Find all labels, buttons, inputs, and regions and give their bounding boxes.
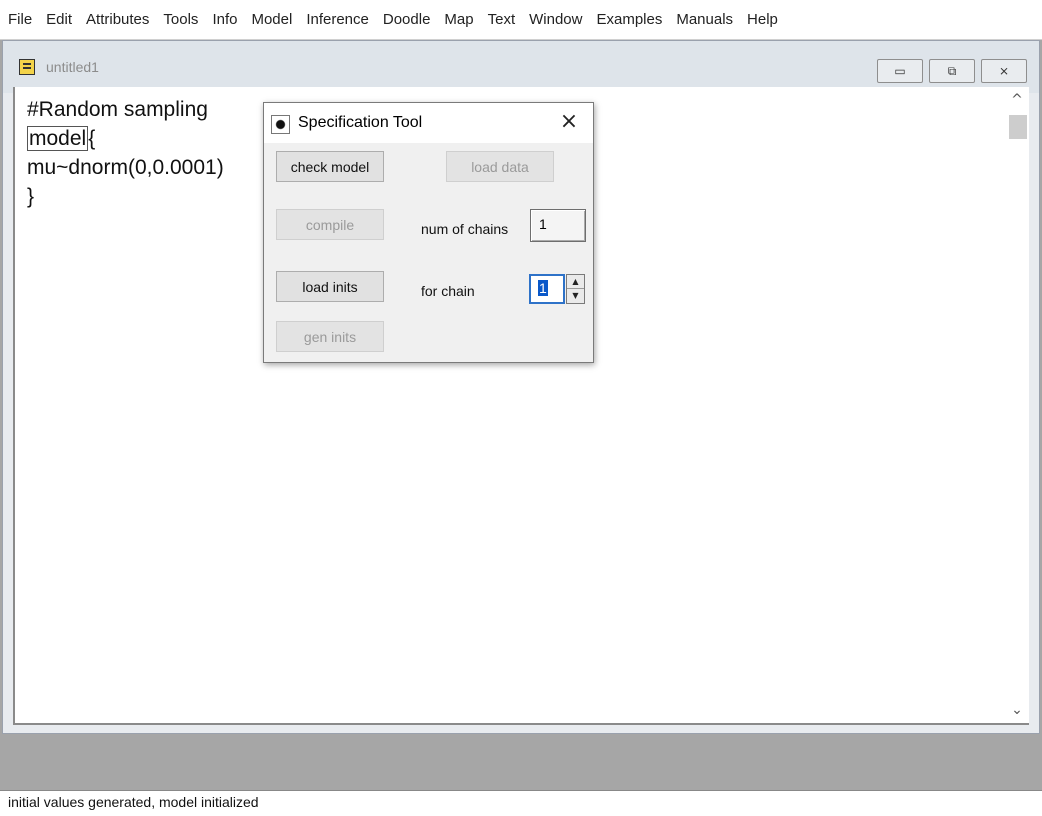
code-text[interactable]: #Random sampling model{ mu~dnorm(0,0.000…	[27, 95, 224, 211]
document-title: untitled1	[46, 59, 99, 75]
load-data-button[interactable]: load data	[446, 151, 554, 182]
vertical-scrollbar[interactable]: ^ ⌄	[1005, 87, 1029, 723]
menu-bar: File Edit Attributes Tools Info Model In…	[0, 0, 1042, 40]
num-chains-label: num of chains	[421, 221, 509, 237]
for-chain-label: for chain	[421, 283, 475, 299]
spin-up-icon[interactable]: ▲	[567, 275, 584, 289]
check-model-button[interactable]: check model	[276, 151, 384, 182]
model-keyword: model	[27, 126, 89, 151]
menu-help[interactable]: Help	[739, 0, 784, 40]
for-chain-value: 1	[538, 280, 548, 296]
menu-text[interactable]: Text	[480, 0, 522, 40]
menu-info[interactable]: Info	[204, 0, 243, 40]
close-button[interactable]: ⨯	[981, 59, 1027, 83]
compile-button[interactable]: compile	[276, 209, 384, 240]
spin-down-icon[interactable]: ▼	[567, 289, 584, 303]
close-icon[interactable]: ×	[554, 109, 584, 135]
status-text: initial values generated, model initiali…	[8, 794, 259, 810]
for-chain-spinner[interactable]: ▲ ▼	[566, 274, 585, 304]
minimize-button[interactable]: ▭	[877, 59, 923, 83]
app-icon	[271, 115, 290, 134]
scroll-up-icon[interactable]: ^	[1005, 89, 1029, 111]
menu-model[interactable]: Model	[243, 0, 298, 40]
code-line: }	[27, 185, 35, 208]
menu-tools[interactable]: Tools	[155, 0, 204, 40]
for-chain-field[interactable]: 1	[529, 274, 565, 304]
menu-inference[interactable]: Inference	[298, 0, 375, 40]
dialog-title: Specification Tool	[298, 114, 423, 131]
menu-manuals[interactable]: Manuals	[668, 0, 739, 40]
menu-doodle[interactable]: Doodle	[375, 0, 437, 40]
menu-attributes[interactable]: Attributes	[78, 0, 155, 40]
code-line: model{	[27, 124, 224, 153]
menu-file[interactable]: File	[0, 0, 38, 40]
menu-window[interactable]: Window	[521, 0, 588, 40]
menu-map[interactable]: Map	[436, 0, 479, 40]
status-bar: initial values generated, model initiali…	[0, 790, 1042, 816]
load-inits-button[interactable]: load inits	[276, 271, 384, 302]
gen-inits-button[interactable]: gen inits	[276, 321, 384, 352]
menu-examples[interactable]: Examples	[588, 0, 668, 40]
num-chains-field[interactable]: 1	[530, 209, 586, 242]
document-titlebar[interactable]: untitled1 ▭ ⧉ ⨯	[3, 41, 1039, 93]
menu-edit[interactable]: Edit	[38, 0, 78, 40]
document-icon	[19, 59, 35, 75]
open-brace: {	[88, 127, 96, 150]
code-line: #Random sampling	[27, 98, 208, 121]
specification-tool-dialog: Specification Tool × check model load da…	[263, 102, 594, 363]
restore-button[interactable]: ⧉	[929, 59, 975, 83]
code-line: mu~dnorm(0,0.0001)	[27, 156, 224, 179]
dialog-titlebar[interactable]: Specification Tool ×	[264, 103, 593, 143]
scroll-down-icon[interactable]: ⌄	[1005, 699, 1029, 721]
scroll-thumb[interactable]	[1009, 115, 1027, 139]
